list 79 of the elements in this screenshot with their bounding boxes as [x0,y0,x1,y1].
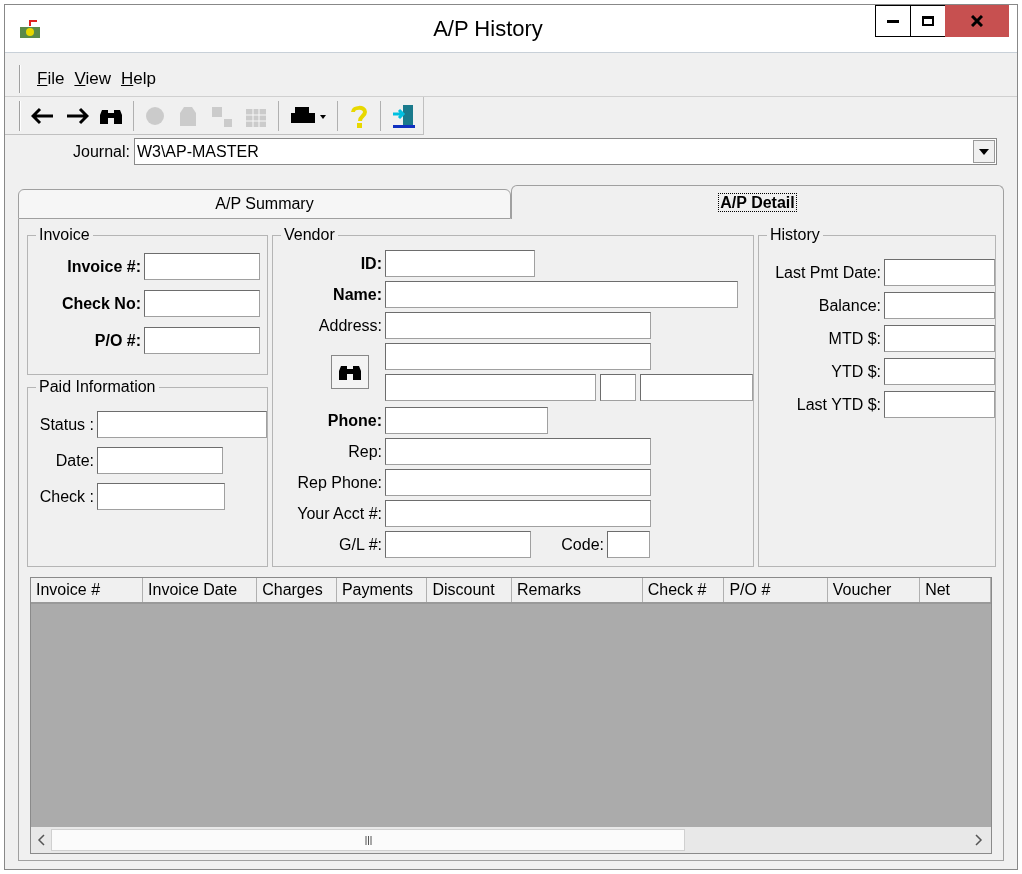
field-label: ID: [359,253,383,274]
field-label: Check No: [60,293,142,314]
field-label: Rep Phone: [296,472,383,493]
menu-item[interactable]: File [37,65,65,92]
text-field[interactable] [385,281,738,308]
caret-icon [979,148,989,155]
field-label: Name: [332,284,383,305]
close-icon [971,15,983,27]
text-field[interactable] [884,358,995,385]
left-arrow-icon[interactable] [31,105,55,126]
column-header[interactable]: Payments [336,578,428,602]
tab[interactable]: A/P Summary [18,189,511,219]
column-header[interactable]: Discount [427,578,512,602]
text-field[interactable] [97,411,267,438]
field-label: MTD $: [827,328,882,349]
text-field[interactable] [144,253,260,280]
menu-item[interactable]: View [74,65,111,92]
exit-door-icon[interactable] [391,102,417,129]
menu-item[interactable]: Help [120,65,156,92]
search-button[interactable] [331,355,369,389]
text-field[interactable] [600,374,636,401]
text-field[interactable] [640,374,753,401]
field-label: P/O #: [93,330,142,351]
text-field[interactable] [884,259,995,286]
journal-dropdown[interactable]: W3\AP-MASTER [133,138,997,165]
text-field[interactable] [884,391,995,418]
window-title: A/P History [432,15,544,43]
text-field[interactable] [385,531,531,558]
column-header[interactable]: Invoice # [31,578,144,602]
journal-value: W3\AP-MASTER [135,141,260,162]
group-title: History [767,225,823,245]
field-label: Balance: [817,295,882,316]
column-header[interactable]: P/O # [724,578,828,602]
field-label: Date: [54,450,95,471]
horizontal-scrollbar[interactable] [31,827,991,853]
field-label: Address: [317,315,383,336]
field-label: Your Acct #: [296,503,383,524]
text-field[interactable] [385,500,651,527]
column-header[interactable]: Net [920,578,991,602]
minimize-button[interactable] [875,5,911,37]
field-label: Phone: [326,410,383,431]
text-field[interactable] [97,483,225,510]
text-field[interactable] [385,312,651,339]
text-field[interactable] [385,250,535,277]
field-label: G/L #: [338,534,383,555]
text-field[interactable] [607,531,650,558]
column-header[interactable]: Charges [257,578,337,602]
column-header[interactable]: Voucher [827,578,921,602]
text-field[interactable] [385,343,651,370]
text-field[interactable] [97,447,223,474]
text-field[interactable] [385,407,548,434]
scroll-right-icon[interactable] [975,834,983,846]
tab[interactable]: A/P Detail [511,185,1004,219]
field-label: Rep: [347,441,383,462]
scrollbar-thumb[interactable] [51,829,685,851]
field-label: Invoice #: [66,256,142,277]
close-button[interactable] [945,5,1009,37]
text-field[interactable] [385,374,596,401]
text-field[interactable] [884,325,995,352]
field-label: Last YTD $: [795,394,882,415]
column-header[interactable]: Remarks [512,578,643,602]
column-header[interactable]: Invoice Date [143,578,258,602]
text-field[interactable] [144,327,260,354]
field-label: YTD $: [830,361,882,382]
right-arrow-icon[interactable] [65,105,89,126]
field-label: Code: [560,534,605,555]
field-label: Status : [38,414,95,435]
text-field[interactable] [385,469,651,496]
scroll-left-icon[interactable] [37,834,45,846]
field-label: Last Pmt Date: [774,262,882,283]
journal-label: Journal: [73,141,131,162]
dropdown-button[interactable] [973,140,995,163]
text-field[interactable] [884,292,995,319]
text-field[interactable] [144,290,260,317]
text-field[interactable] [385,438,651,465]
money-icon [19,18,41,39]
field-label: Check : [38,486,95,507]
column-header[interactable]: Check # [642,578,725,602]
grip-icon [364,835,372,845]
